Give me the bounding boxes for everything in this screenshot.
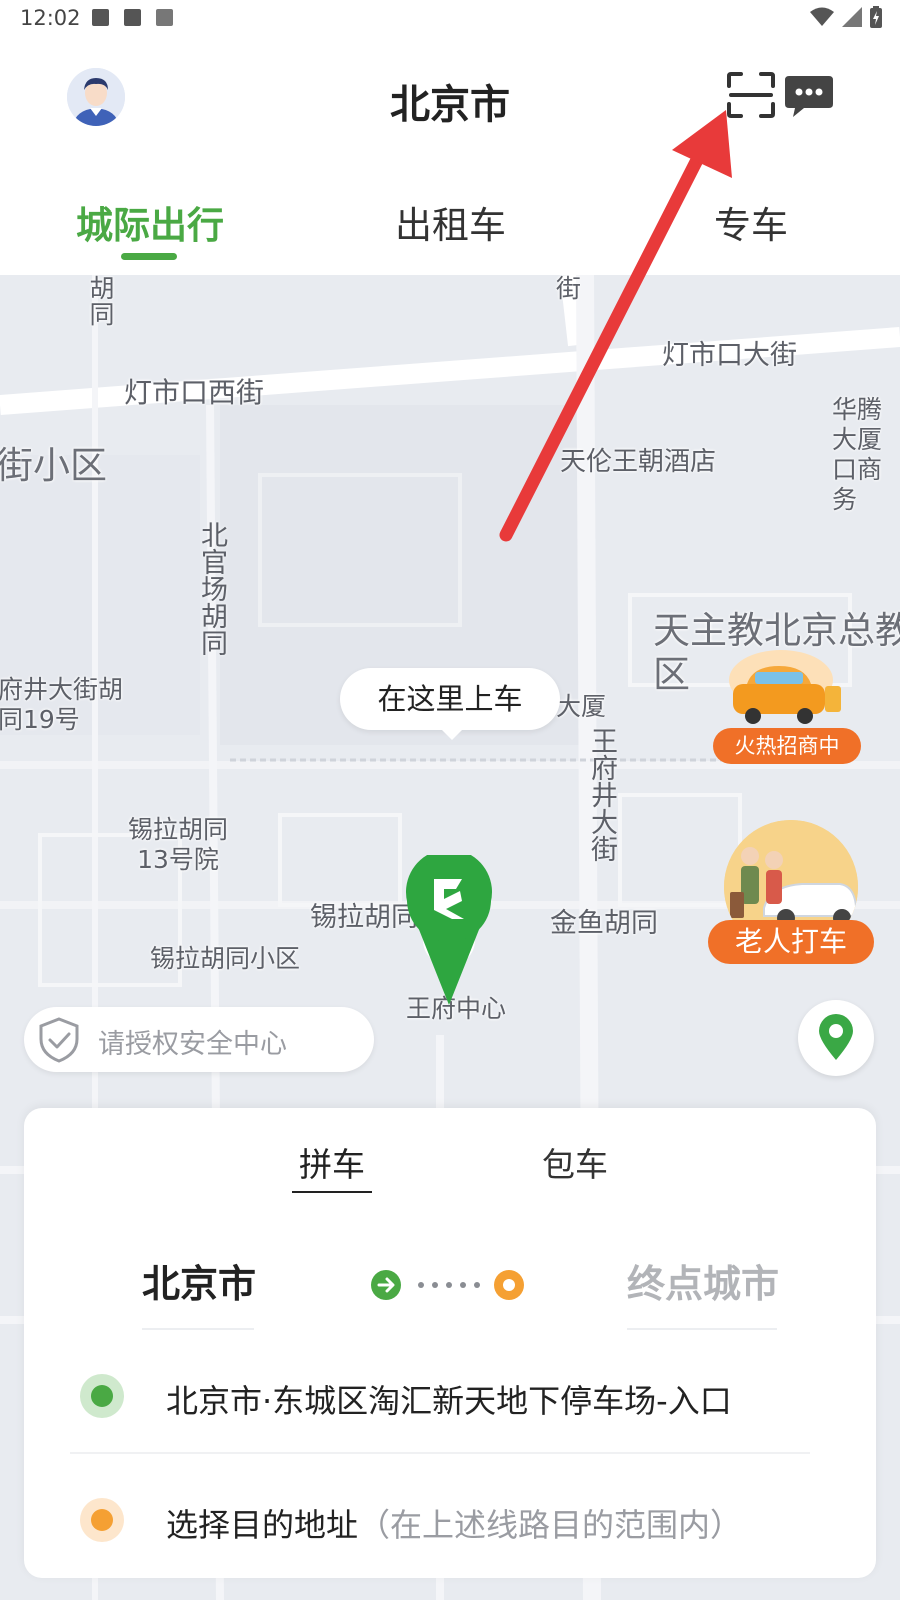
status-bar: 12:02 xyxy=(0,0,900,36)
promo-elderly-label: 老人打车 xyxy=(708,920,874,964)
start-address: 北京市·东城区淘汇新天地下停车场-入口 xyxy=(166,1382,732,1420)
app-notification-icon xyxy=(124,9,141,26)
subtab-carpool[interactable]: 拼车 xyxy=(299,1138,365,1186)
address-divider xyxy=(70,1452,810,1454)
promo-recruiting-label: 火热招商中 xyxy=(713,728,861,764)
active-tab-indicator xyxy=(121,253,177,260)
map-label: 锡拉胡同13号院 xyxy=(127,815,228,874)
tab-premium-car[interactable]: 专车 xyxy=(714,195,788,249)
app-header: 北京市 xyxy=(0,36,900,148)
route-direction-icon xyxy=(371,1270,524,1300)
map-label: 锡拉胡同小区 xyxy=(150,944,301,973)
from-city[interactable]: 北京市 xyxy=(142,1253,256,1308)
map-label: 北官场胡同 xyxy=(196,521,227,656)
map-label: 灯市口大街 xyxy=(662,340,797,371)
map-label: 街小区 xyxy=(0,444,107,487)
scan-icon[interactable] xyxy=(727,72,775,118)
signal-icon xyxy=(842,7,862,27)
destination-hint: （在上述线路目的范围内） xyxy=(358,1506,743,1544)
map-label: 胡同 xyxy=(86,275,115,327)
destination-label: 选择目的地址 xyxy=(166,1506,359,1544)
promo-elderly-taxi-banner[interactable]: 老人打车 xyxy=(708,820,878,970)
destination-address-row[interactable]: 选择目的地址（在上述线路目的范围内） xyxy=(70,1482,850,1562)
map-label: 锡拉胡同 xyxy=(310,902,418,933)
security-center-label: 请授权安全中心 xyxy=(98,1029,287,1060)
destination-prompt: 选择目的地址（在上述线路目的范围内） xyxy=(166,1500,742,1546)
battery-icon xyxy=(870,6,882,28)
start-address-row[interactable]: 北京市·东城区淘汇新天地下停车场-入口 xyxy=(70,1358,850,1438)
map-label: 大厦 xyxy=(556,692,607,721)
pickup-here-bubble: 在这里上车 xyxy=(340,668,560,740)
promo-recruiting-banner[interactable]: 火热招商中 xyxy=(713,650,863,765)
map-label: 华腾大厦口商务 xyxy=(832,395,883,514)
font-notification-icon xyxy=(156,9,173,26)
wifi-icon xyxy=(810,7,834,26)
subtab-charter[interactable]: 包车 xyxy=(542,1138,608,1186)
status-time: 12:02 xyxy=(20,6,81,30)
map-label: 天伦王朝酒店 xyxy=(560,447,717,477)
image-notification-icon xyxy=(92,9,109,26)
booking-card: 拼车 包车 北京市 终点城市 北京市·东城区淘汇新天地下停车场-入口 选择目的地… xyxy=(24,1108,876,1578)
pickup-location-pin-icon xyxy=(406,855,492,1005)
location-pin-icon xyxy=(819,1014,853,1060)
service-tabs: 城际出行 出租车 专车 xyxy=(0,175,900,275)
map-label: 灯市口西街 xyxy=(124,376,265,409)
from-city-divider xyxy=(142,1328,254,1330)
tab-taxi[interactable]: 出租车 xyxy=(395,195,506,249)
map-label: 王府井大街 xyxy=(586,727,617,862)
start-point-icon xyxy=(80,1374,124,1418)
locate-me-button[interactable] xyxy=(798,1000,874,1076)
message-icon[interactable] xyxy=(784,74,834,120)
taxi-car-icon xyxy=(729,650,841,724)
map-label: 街 xyxy=(556,275,582,303)
map-label: 府井大街胡同19号 xyxy=(0,675,124,734)
shield-icon xyxy=(39,1017,79,1063)
map-label: 金鱼胡同 xyxy=(550,908,658,939)
end-point-icon xyxy=(80,1498,124,1542)
to-city-input[interactable]: 终点城市 xyxy=(627,1253,779,1308)
active-subtab-indicator xyxy=(292,1191,372,1193)
security-center-button[interactable]: 请授权安全中心 xyxy=(24,1007,374,1072)
tab-intercity[interactable]: 城际出行 xyxy=(76,195,224,249)
to-city-divider xyxy=(627,1328,777,1330)
